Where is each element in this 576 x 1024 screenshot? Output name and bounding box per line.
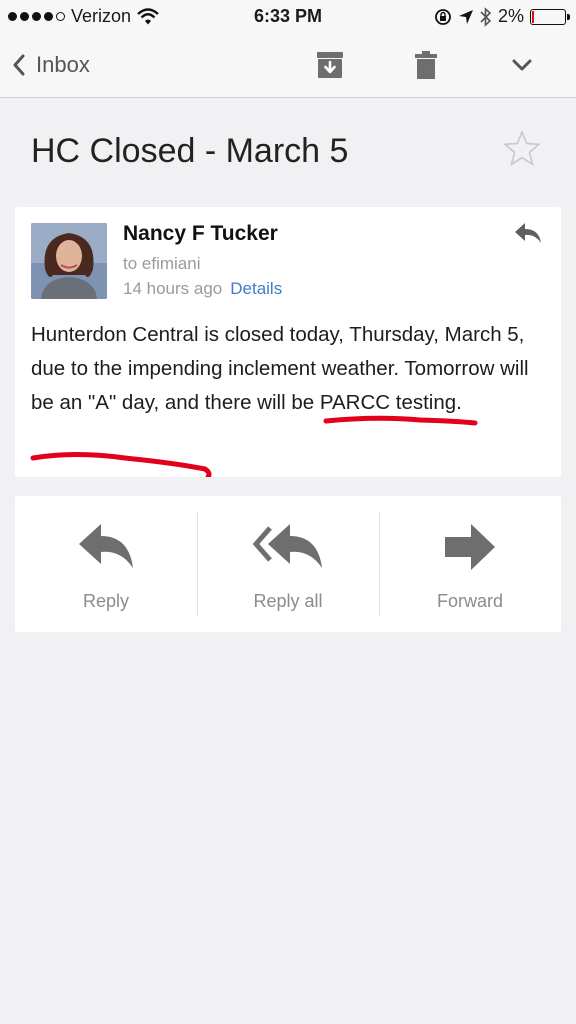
avatar[interactable] [31,223,107,299]
forward-button[interactable]: Forward [379,496,561,632]
message-card: Nancy F Tucker to efimiani 14 hours ago D… [15,207,561,477]
reply-icon [79,524,133,568]
reply-all-label: Reply all [253,591,323,611]
message-meta: 14 hours ago Details [123,279,282,299]
status-bar: Verizon 6:33 PM 2% [0,0,576,34]
star-outline-icon[interactable] [503,130,541,166]
archive-icon[interactable] [316,50,344,80]
battery-icon [530,8,570,25]
rotation-lock-icon [435,8,451,25]
nav-bar: Inbox [0,34,576,98]
forward-icon [445,524,495,570]
trash-icon[interactable] [415,50,437,80]
back-label: Inbox [36,52,90,77]
reply-all-button[interactable]: Reply all [197,496,379,632]
action-bar: Reply Reply all Forward [15,496,561,632]
reply-label: Reply [82,591,130,611]
chevron-left-icon [13,54,25,76]
battery-fill [532,10,534,23]
avatar-image [31,223,107,299]
reply-button[interactable]: Reply [15,496,197,632]
status-right: 2% [434,6,570,27]
reply-all-icon [252,524,322,568]
details-link[interactable]: Details [230,279,282,298]
back-to-inbox-button[interactable]: Inbox [12,52,90,78]
recipient: to efimiani [123,254,201,273]
location-icon [458,9,473,24]
bluetooth-icon [480,6,492,27]
email-body: Hunterdon Central is closed today, Thurs… [31,323,529,414]
battery-percent: 2% [497,6,524,26]
email-subject: HC Closed - March 5 [31,132,349,170]
forward-label: Forward [436,591,503,611]
received-time: 14 hours ago [123,279,223,298]
sender-name: Nancy F Tucker [123,222,278,245]
chevron-down-icon[interactable] [511,58,533,72]
reply-icon[interactable] [513,221,543,245]
